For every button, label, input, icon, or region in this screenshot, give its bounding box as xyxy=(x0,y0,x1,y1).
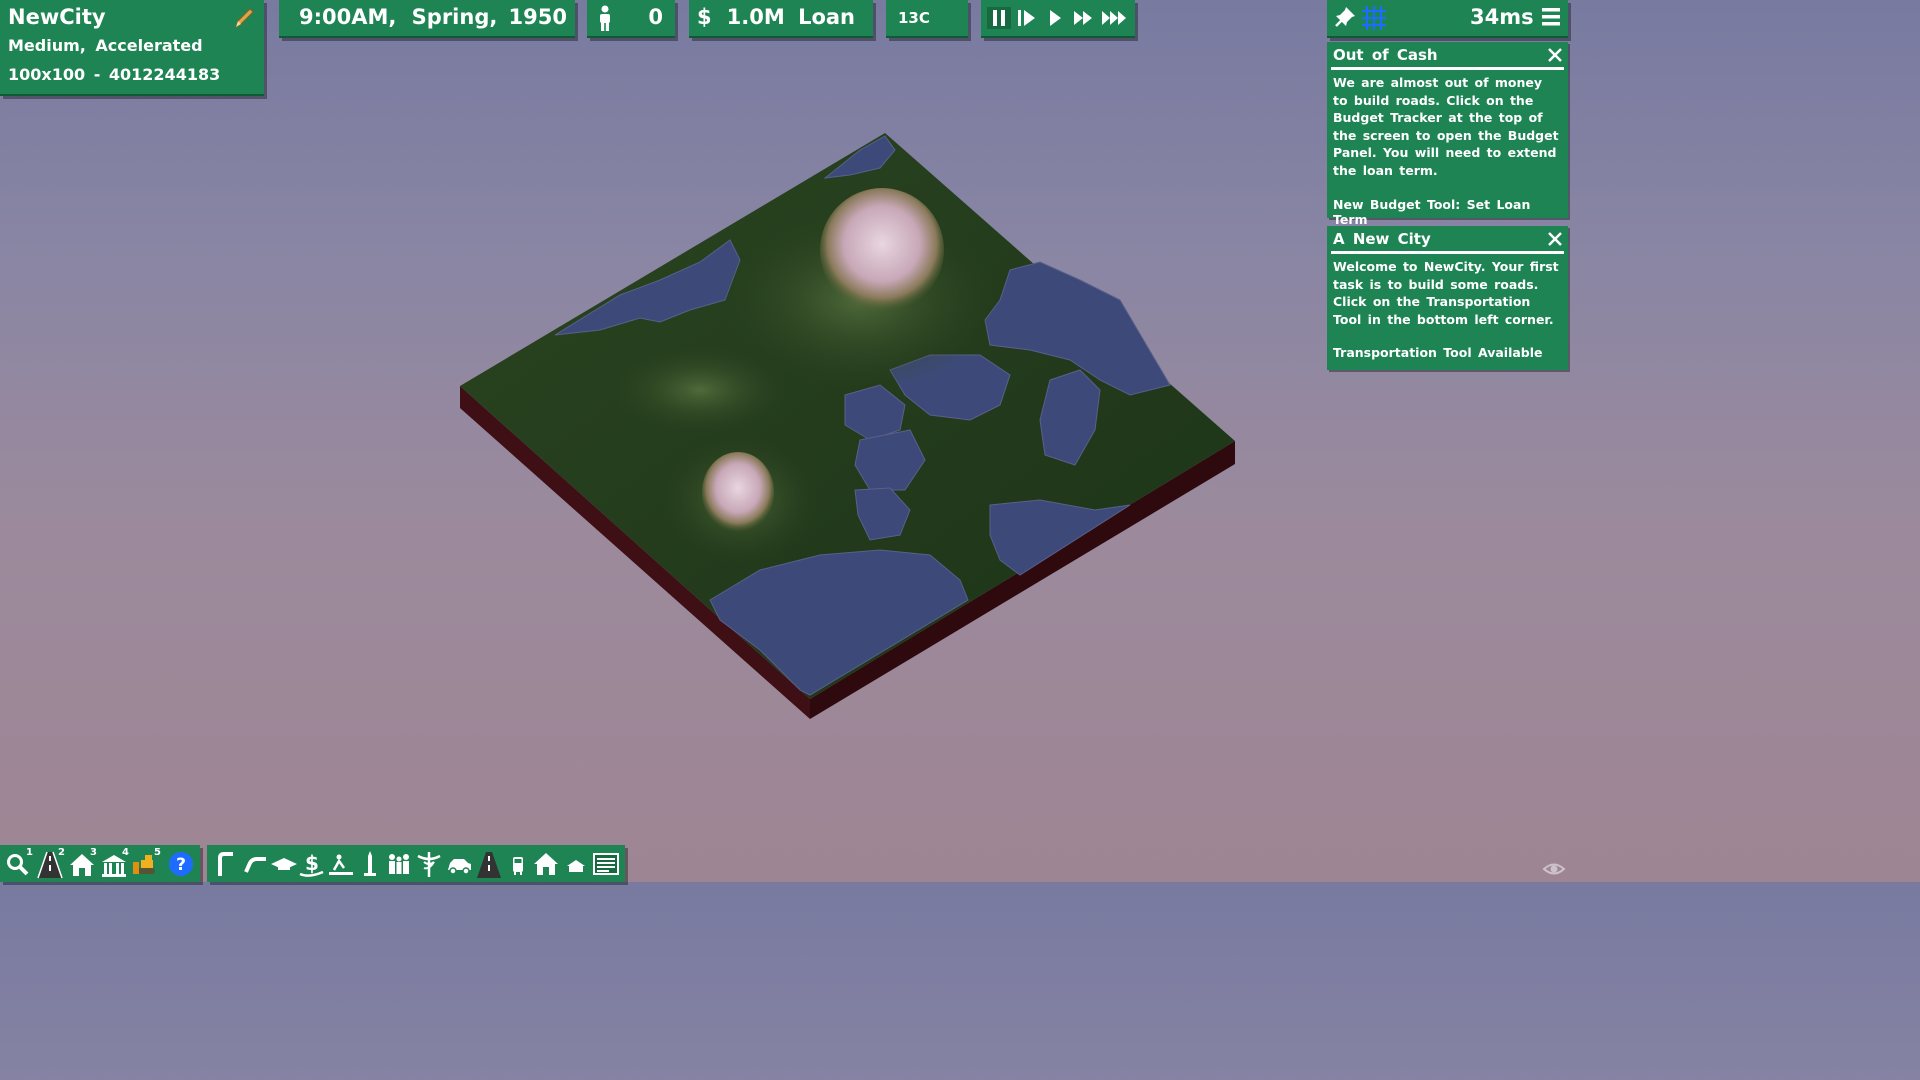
police-car-icon xyxy=(448,859,471,875)
government-tool[interactable]: 4 xyxy=(99,847,129,879)
notification-footer[interactable]: Transportation Tool Available xyxy=(1333,345,1543,360)
utilities-tool[interactable] xyxy=(561,848,591,879)
pause-icon[interactable] xyxy=(987,7,1011,29)
query-tool[interactable]: 1 xyxy=(3,847,33,879)
clock-time-season: 9:00AM, Spring, xyxy=(299,5,498,29)
city-difficulty: Medium, Accelerated xyxy=(8,36,203,55)
city-info-panel[interactable]: NewCity Medium, Accelerated 100x100 - 40… xyxy=(0,0,264,96)
monument-tool[interactable] xyxy=(355,848,385,879)
community-tool[interactable] xyxy=(384,848,414,879)
street-tool[interactable] xyxy=(211,848,241,879)
city-name[interactable]: NewCity xyxy=(8,5,106,29)
education-tool[interactable] xyxy=(269,848,299,879)
bus-icon xyxy=(513,857,523,875)
hotkey-label: 4 xyxy=(122,847,129,858)
housing-tool[interactable] xyxy=(531,848,561,879)
street-icon xyxy=(218,852,233,876)
recreation-icon xyxy=(329,854,353,875)
finance-tool[interactable]: $ xyxy=(297,848,327,879)
pencil-icon[interactable] xyxy=(232,6,256,30)
hotkey-label: 1 xyxy=(26,847,33,858)
fastest-forward-icon[interactable] xyxy=(1101,7,1129,29)
mountain-north xyxy=(820,188,944,312)
eye-icon[interactable] xyxy=(1542,858,1566,880)
person-icon xyxy=(600,5,610,31)
main-tool-bar: 1 2 3 4 5 ? xyxy=(0,845,200,882)
highway-tool[interactable] xyxy=(240,848,270,879)
notification-body: Welcome to NewCity. Your first task is t… xyxy=(1333,259,1559,327)
fast-forward-icon[interactable] xyxy=(1072,7,1096,29)
svg-text:$: $ xyxy=(305,851,319,875)
pin-icon[interactable] xyxy=(1333,5,1357,29)
close-icon[interactable] xyxy=(1548,232,1562,246)
transportation-tool[interactable]: 2 xyxy=(35,847,65,879)
transit-tool[interactable] xyxy=(503,848,533,879)
health-tool[interactable] xyxy=(414,848,444,879)
clock-year: 1950 xyxy=(508,5,567,29)
notification-divider xyxy=(1331,67,1564,70)
news-tool[interactable] xyxy=(591,848,621,879)
notification-title: Out of Cash xyxy=(1333,46,1438,64)
bulldozer-tool[interactable]: 5 xyxy=(131,847,161,879)
caduceus-icon xyxy=(417,852,441,877)
menu-icon[interactable] xyxy=(1542,7,1560,27)
help-tool[interactable]: ? xyxy=(166,848,196,879)
frame-time: 34ms xyxy=(1470,5,1534,29)
money-hand-icon: $ xyxy=(299,851,324,877)
newspaper-icon xyxy=(593,853,619,875)
budget-tracker[interactable]: $ 1.0M Loan xyxy=(689,0,873,38)
zoning-tool[interactable]: 3 xyxy=(67,847,97,879)
help-icon: ? xyxy=(169,852,193,876)
top-right-toolbar: 34ms xyxy=(1327,0,1568,38)
recreation-tool[interactable] xyxy=(326,848,356,879)
dollar-icon: $ xyxy=(697,5,712,29)
hill-west xyxy=(610,345,790,435)
hotkey-label: 3 xyxy=(90,847,97,858)
city-size-seed: 100x100 - 4012244183 xyxy=(8,65,221,84)
people-icon xyxy=(389,854,409,874)
notification-body: We are almost out of money to build road… xyxy=(1333,75,1559,178)
road-tool[interactable] xyxy=(474,848,504,879)
notification-out-of-cash[interactable]: Out of Cash We are almost out of money t… xyxy=(1327,42,1568,227)
mountain-south xyxy=(702,452,774,532)
play-icon[interactable] xyxy=(1043,7,1067,29)
budget-value: 1.0M Loan xyxy=(726,5,855,29)
close-icon[interactable] xyxy=(1548,48,1562,62)
hotkey-label: 5 xyxy=(154,847,161,858)
building-icon xyxy=(567,860,585,872)
step-forward-icon[interactable] xyxy=(1014,7,1038,29)
hotkey-label: 2 xyxy=(58,847,65,858)
police-tool[interactable] xyxy=(444,848,474,879)
monument-icon xyxy=(364,851,376,876)
graduation-cap-icon xyxy=(271,858,297,870)
house-icon xyxy=(534,853,558,875)
population-value: 0 xyxy=(648,5,663,29)
build-tool-bar: $ xyxy=(207,845,625,882)
notification-title: A New City xyxy=(1333,230,1431,248)
weather-panel[interactable]: 13C xyxy=(886,0,968,38)
ramp-icon xyxy=(244,857,266,873)
notification-new-city[interactable]: A New City Welcome to NewCity. Your firs… xyxy=(1327,226,1568,370)
svg-text:?: ? xyxy=(176,855,186,875)
clock-panel[interactable]: 9:00AM, Spring, 1950 xyxy=(279,0,575,38)
road-icon xyxy=(477,852,501,878)
population-panel[interactable]: 0 xyxy=(587,0,675,38)
temperature-value: 13C xyxy=(898,9,930,27)
notification-footer[interactable]: New Budget Tool: Set Loan Term xyxy=(1333,197,1568,227)
grid-icon[interactable] xyxy=(1361,5,1387,31)
speed-controls[interactable] xyxy=(981,0,1135,38)
notification-divider xyxy=(1331,251,1564,254)
